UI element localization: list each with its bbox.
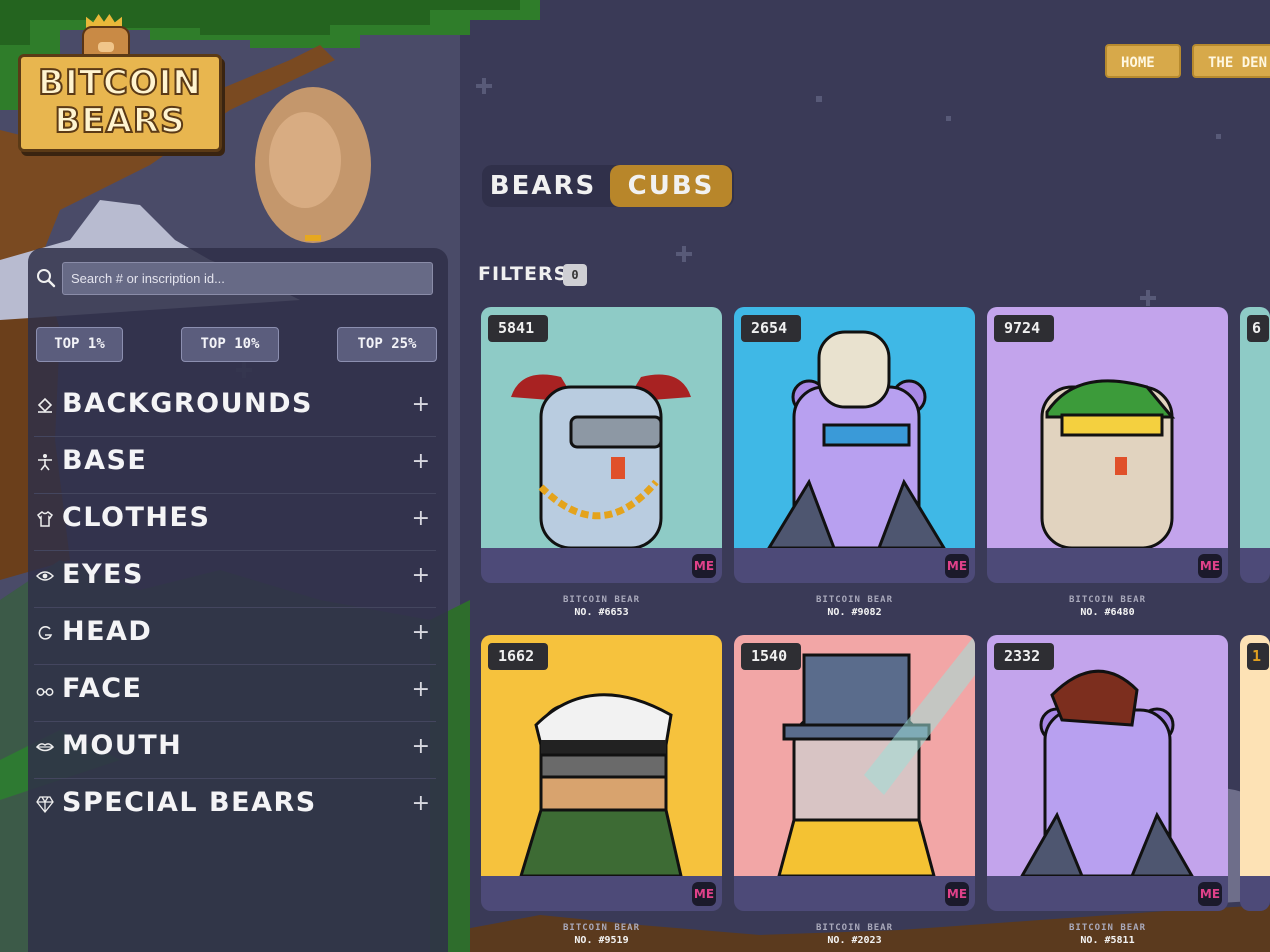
head-icon	[38, 626, 53, 640]
bitcoin-bears-logo[interactable]: BITCOIN BEARS	[18, 14, 222, 152]
bear-card[interactable]: 1540 ME	[734, 635, 975, 911]
bear-artwork	[1240, 307, 1270, 548]
category-label: SPECIAL BEARS	[62, 787, 317, 818]
category-clothes[interactable]: CLOTHES +	[34, 494, 436, 551]
shirt-icon	[36, 511, 54, 527]
bear-card[interactable]: 1	[1240, 635, 1270, 911]
category-label: EYES	[62, 559, 144, 590]
top-1-percent-button[interactable]: TOP 1%	[36, 327, 123, 362]
nav-the-den-button[interactable]: THE DEN	[1192, 44, 1270, 78]
bear-number: NO. #2023	[827, 935, 882, 946]
expand-icon[interactable]: +	[412, 622, 430, 644]
bear-card[interactable]: 9724 ME	[987, 307, 1228, 583]
top-10-percent-button[interactable]: TOP 10%	[181, 327, 279, 362]
expand-icon[interactable]: +	[412, 451, 430, 473]
bear-card[interactable]: 6	[1240, 307, 1270, 583]
logo-text-line1: BITCOIN	[37, 62, 202, 104]
card-caption: BITCOIN BEAR NO. #6653	[481, 595, 722, 618]
collection-label: BITCOIN BEAR	[1068, 595, 1147, 605]
magic-eden-icon[interactable]: ME	[1198, 554, 1222, 578]
category-label: FACE	[62, 673, 143, 704]
bear-number: NO. #6480	[1080, 607, 1135, 618]
bear-number: NO. #9519	[574, 935, 629, 946]
bear-artwork	[987, 635, 1228, 876]
magic-eden-icon[interactable]: ME	[692, 554, 716, 578]
magic-eden-icon[interactable]: ME	[692, 882, 716, 906]
magic-eden-icon[interactable]: ME	[945, 554, 969, 578]
category-label: BACKGROUNDS	[62, 388, 313, 419]
bear-number: NO. #5811	[1080, 935, 1135, 946]
expand-icon[interactable]: +	[412, 736, 430, 758]
rarity-rank-badge: 2654	[741, 315, 801, 342]
expand-icon[interactable]: +	[412, 679, 430, 701]
expand-icon[interactable]: +	[412, 508, 430, 530]
expand-icon[interactable]: +	[412, 394, 430, 416]
filters-count-badge: 0	[563, 264, 587, 286]
top-25-percent-button[interactable]: TOP 25%	[337, 327, 437, 362]
category-backgrounds[interactable]: BACKGROUNDS +	[34, 380, 436, 437]
collection-toggle: BEARS CUBS	[482, 165, 734, 207]
bear-artwork	[734, 307, 975, 548]
eye-icon	[36, 571, 54, 581]
category-label: MOUTH	[62, 730, 183, 761]
bear-artwork	[734, 635, 975, 876]
tab-cubs[interactable]: CUBS	[610, 165, 732, 207]
category-mouth[interactable]: MOUTH +	[34, 722, 436, 779]
card-caption: BITCOIN BEAR NO. #6480	[987, 595, 1228, 618]
rarity-rank-badge: 2332	[994, 643, 1054, 670]
lips-icon	[36, 743, 54, 752]
category-label: HEAD	[62, 616, 153, 647]
search-icon	[37, 269, 56, 288]
bear-number: NO. #9082	[827, 607, 882, 618]
person-icon	[38, 454, 52, 471]
card-bg	[1240, 307, 1270, 548]
expand-icon[interactable]: +	[412, 565, 430, 587]
paint-bucket-icon	[37, 397, 53, 413]
category-label: CLOTHES	[62, 502, 211, 533]
tab-bears[interactable]: BEARS	[482, 165, 604, 207]
collection-label: BITCOIN BEAR	[815, 923, 894, 933]
category-head[interactable]: HEAD +	[34, 608, 436, 665]
card-caption: BITCOIN BEAR NO. #2023	[734, 923, 975, 946]
nav-home-button[interactable]: HOME	[1105, 44, 1181, 78]
collection-label: BITCOIN BEAR	[815, 595, 894, 605]
bear-card[interactable]: 2332 ME	[987, 635, 1228, 911]
magic-eden-icon[interactable]: ME	[1198, 882, 1222, 906]
glasses-icon	[36, 688, 54, 696]
category-face[interactable]: FACE +	[34, 665, 436, 722]
category-label: BASE	[62, 445, 148, 476]
rarity-rank-badge: 1662	[488, 643, 548, 670]
bear-card[interactable]: 1662 ME	[481, 635, 722, 911]
bear-artwork	[987, 307, 1228, 548]
logo-plate: BITCOIN BEARS	[18, 54, 222, 152]
expand-icon[interactable]: +	[412, 793, 430, 815]
category-special-bears[interactable]: SPECIAL BEARS +	[34, 779, 436, 835]
card-caption: BITCOIN BEAR NO. #5811	[987, 923, 1228, 946]
category-eyes[interactable]: EYES +	[34, 551, 436, 608]
logo-text-line2: BEARS	[53, 100, 186, 142]
card-caption: BITCOIN BEAR NO. #9519	[481, 923, 722, 946]
collection-label: BITCOIN BEAR	[562, 923, 641, 933]
bear-card[interactable]: 5841 ME	[481, 307, 722, 583]
bear-artwork	[481, 307, 722, 548]
rarity-rank-badge: 9724	[994, 315, 1054, 342]
collection-label: BITCOIN BEAR	[1068, 923, 1147, 933]
search-input[interactable]	[62, 262, 433, 295]
rarity-rank-badge: 1	[1247, 643, 1269, 670]
filters-title: FILTERS	[478, 263, 569, 285]
card-caption: BITCOIN BEAR NO. #9082	[734, 595, 975, 618]
bear-artwork	[1240, 635, 1270, 876]
rarity-rank-badge: 1540	[741, 643, 801, 670]
rarity-rank-badge: 5841	[488, 315, 548, 342]
rarity-rank-badge: 6	[1247, 315, 1269, 342]
collection-label: BITCOIN BEAR	[562, 595, 641, 605]
magic-eden-icon[interactable]: ME	[945, 882, 969, 906]
category-base[interactable]: BASE +	[34, 437, 436, 494]
diamond-icon	[36, 796, 54, 813]
bear-number: NO. #6653	[574, 607, 629, 618]
bear-artwork	[481, 635, 722, 876]
card-bg	[1240, 635, 1270, 876]
bear-card[interactable]: 2654 ME	[734, 307, 975, 583]
